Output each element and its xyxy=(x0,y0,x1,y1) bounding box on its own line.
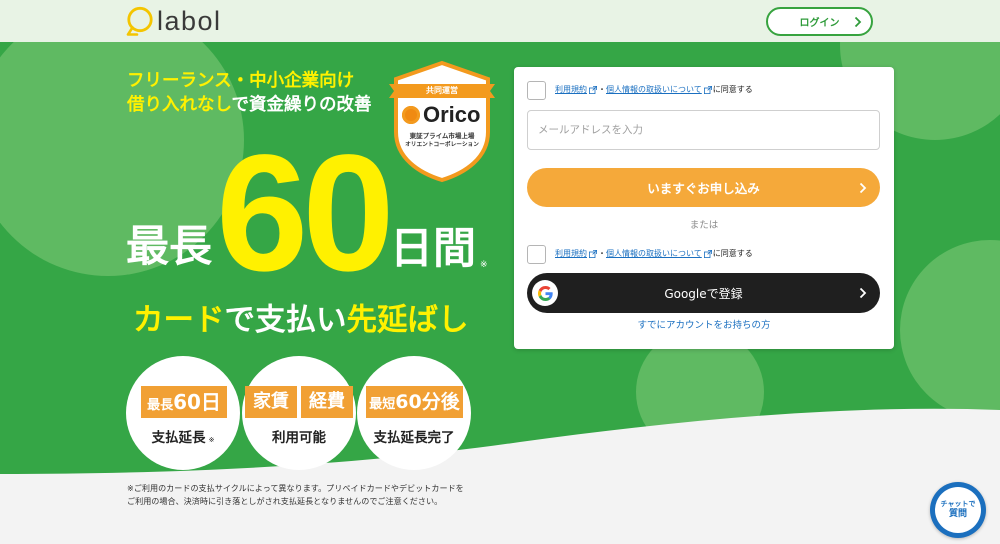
google-signup-button[interactable]: Googleで登録 xyxy=(527,273,880,313)
hero-footnote: ※ご利用のカードの支払サイクルによって異なります。プリペイドカードやデビットカー… xyxy=(127,482,464,508)
orico-joint-operation-badge: 共同運営 Orico 東証プライム市場上場 オリエントコーポレーション xyxy=(389,60,495,184)
headline-prefix: 最長 xyxy=(126,222,212,272)
terms-link[interactable]: 利用規約 xyxy=(555,85,587,95)
labol-logo-icon xyxy=(126,6,153,36)
chevron-right-icon xyxy=(859,182,867,193)
terms-link[interactable]: 利用規約 xyxy=(555,249,587,259)
hero-tagline-1: フリーランス・中小企業向け xyxy=(127,71,355,91)
apply-now-button-label: いますぐお申し込み xyxy=(647,181,760,196)
feature-tag: 最短60分後 xyxy=(366,386,463,418)
chat-label-line-2: 質問 xyxy=(948,509,967,519)
hero-tagline-2: 借り入れなしで資金繰りの改善 xyxy=(127,95,371,115)
orico-brand-text: Orico xyxy=(423,102,481,127)
external-link-icon xyxy=(703,86,712,94)
feature-tag-expenses: 経費 xyxy=(301,386,353,418)
headline-number: 60 xyxy=(216,121,395,306)
feature-caption-text: 支払延長 xyxy=(151,430,206,446)
feature-tag-main: 60日 xyxy=(173,390,221,414)
email-input[interactable] xyxy=(527,110,880,150)
chat-label-line-1: チャットで xyxy=(940,500,976,508)
chat-bubble-icon: チャットで 質問 xyxy=(935,487,981,533)
headline-note-mark: ※ xyxy=(480,260,488,270)
site-header: labol ログイン xyxy=(0,0,1000,42)
or-divider: または xyxy=(689,220,719,231)
footnote-line-2: ご利用の場合、決済時に引き落としがされ支払延長となりませんのでご注意ください。 xyxy=(127,496,443,506)
orico-circle-icon xyxy=(402,106,420,124)
google-signup-button-label: Googleで登録 xyxy=(664,286,743,301)
consent-checkbox[interactable] xyxy=(527,81,546,100)
hero-subheadline: カードで支払い先延ばし xyxy=(133,302,469,340)
badge-listing-text: 東証プライム市場上場 xyxy=(409,132,475,140)
hero-tagline-2-highlight: 借り入れなし xyxy=(127,95,232,115)
consent-text-google: 利用規約 ・ 個人情報の取扱いについて に同意する xyxy=(555,249,753,259)
feature-tag-rent-text: 家賃 xyxy=(253,391,289,412)
login-button-label: ログイン xyxy=(799,18,840,29)
feature-caption: 支払延長 ※ xyxy=(126,429,240,449)
google-icon-badge xyxy=(532,280,558,306)
subheadline-part-2: で支払い xyxy=(224,303,347,338)
google-icon xyxy=(537,285,553,301)
feature-caption-mark: ※ xyxy=(208,436,215,444)
signup-form-card: 利用規約 ・ 個人情報の取扱いについて に同意する いますぐお申し込み または … xyxy=(514,67,894,349)
labol-logo[interactable]: labol xyxy=(123,5,222,37)
external-link-icon xyxy=(589,86,597,94)
footnote-line-1: ※ご利用のカードの支払サイクルによって異なります。プリペイドカードやデビットカー… xyxy=(127,483,464,493)
consent-checkbox-google[interactable] xyxy=(527,245,546,264)
consent-text: 利用規約 ・ 個人情報の取扱いについて に同意する xyxy=(555,85,753,95)
feature-caption: 支払延長完了 xyxy=(373,430,455,446)
feature-circle-rent-expenses: 家賃 経費 利用可能 xyxy=(242,356,356,470)
headline-suffix: 日間 xyxy=(390,224,476,274)
existing-account-link[interactable]: すでにアカウントをお持ちの方 xyxy=(514,320,894,332)
feature-tag-expenses-text: 経費 xyxy=(309,391,345,412)
login-button[interactable]: ログイン xyxy=(766,7,873,36)
chevron-right-icon xyxy=(854,16,862,28)
feature-tag-prefix: 最長 xyxy=(147,398,174,413)
badge-ribbon-text: 共同運営 xyxy=(426,86,458,95)
logo-text: labol xyxy=(157,6,222,36)
feature-tag-prefix: 最短 xyxy=(369,397,396,412)
privacy-link[interactable]: 個人情報の取扱いについて xyxy=(606,85,702,95)
subheadline-part-1: カード xyxy=(133,303,225,338)
apply-now-button[interactable]: いますぐお申し込み xyxy=(527,168,880,207)
feature-tag: 最長60日 xyxy=(141,386,227,418)
subheadline-part-3: 先延ばし xyxy=(346,303,469,338)
feature-tag-rent: 家賃 xyxy=(245,386,297,418)
feature-caption: 利用可能 xyxy=(272,430,326,446)
feature-circle-max-60-days: 最長60日 支払延長 ※ xyxy=(126,356,240,470)
chevron-right-icon xyxy=(859,287,867,299)
consent-suffix: に同意する xyxy=(712,85,753,94)
privacy-link[interactable]: 個人情報の取扱いについて xyxy=(606,249,702,259)
hero-tagline-2-rest: で資金繰りの改善 xyxy=(231,95,372,115)
external-link-icon xyxy=(589,250,597,258)
external-link-icon xyxy=(703,250,712,258)
consent-separator: ・ xyxy=(598,85,606,94)
feature-tag-main: 60分後 xyxy=(395,391,460,413)
consent-suffix: に同意する xyxy=(712,249,753,258)
badge-company-text: オリエントコーポレーション xyxy=(405,142,479,148)
consent-separator: ・ xyxy=(598,249,606,258)
chat-support-button[interactable]: チャットで 質問 xyxy=(930,482,986,538)
feature-circle-fastest-60-min: 最短60分後 支払延長完了 xyxy=(357,356,471,470)
orico-logo: Orico xyxy=(402,104,480,126)
